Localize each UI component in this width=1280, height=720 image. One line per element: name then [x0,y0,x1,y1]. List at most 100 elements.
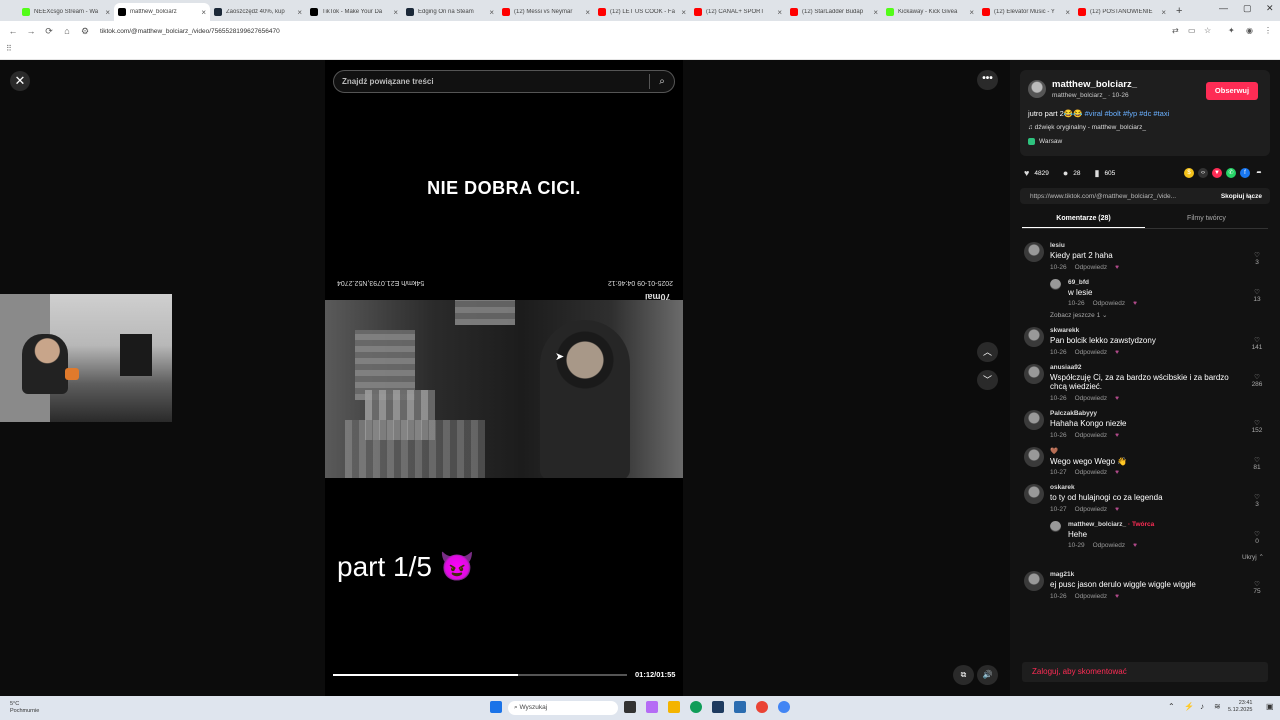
view-more-replies[interactable]: Zobacz jeszcze 1 ⌄ [1050,311,1264,319]
pip-button[interactable]: ⧉ [953,665,974,685]
location-tag[interactable]: Warsaw [1028,138,1062,145]
comment-avatar[interactable] [1024,409,1044,430]
maximize-icon[interactable]: ▢ [1243,3,1252,14]
forward-icon[interactable]: → [26,26,36,36]
apps-icon[interactable]: ⠿ [6,44,12,53]
copy-link-button[interactable]: Skopiuj łącze [1221,193,1262,200]
comment-user[interactable]: PalczakBabyyy [1050,410,1264,417]
mail-icon[interactable] [734,701,746,713]
chrome-icon[interactable] [778,701,790,713]
avatar[interactable] [1028,80,1046,98]
search-icon[interactable]: ⌕ [650,76,674,87]
comment-like[interactable]: ♡ 0 [1250,531,1264,545]
network-icon[interactable]: ⚡ [1184,702,1194,711]
save-button[interactable]: ▮ 605 [1094,168,1115,179]
tab-close-icon[interactable]: × [969,8,974,17]
like-button[interactable]: ♥ 4829 [1024,168,1049,178]
react-icon[interactable]: ♥ [1115,432,1119,439]
browser-tab[interactable]: (12) Elevator Music - Y × [978,3,1074,21]
site-info-icon[interactable]: ⚙ [80,26,90,37]
coin-icon[interactable]: $ [1184,168,1194,178]
react-icon[interactable]: ♥ [1115,264,1119,271]
comment-button[interactable]: ● 28 [1063,168,1081,178]
hashtags[interactable]: #viral #bolt #fyp #dc #taxi [1085,109,1170,118]
reply-link[interactable]: Odpowiedz [1075,469,1108,476]
taskbar-search[interactable]: ⌕ Wyszukaj [508,701,618,715]
comment-user[interactable]: skwarekk [1050,327,1264,334]
reply-link[interactable]: Odpowiedz [1075,349,1108,356]
tab-close-icon[interactable]: × [297,8,302,17]
comment-user[interactable]: 🤎 [1050,447,1264,455]
share-arrow-icon[interactable]: ➦ [1254,168,1264,178]
comment-user[interactable]: oskarek [1050,484,1264,491]
task-view-icon[interactable] [624,701,636,713]
comment-user[interactable]: mag21k [1050,571,1264,578]
comment-avatar[interactable] [1024,363,1044,384]
explorer-icon[interactable] [668,701,680,713]
extensions-icon[interactable]: ✦ [1228,26,1235,35]
browser-tab[interactable]: Kickaway - Kick Givea × [882,3,978,21]
browser-tab[interactable]: (12) POSTANOWIENIE × [1074,3,1170,21]
hide-replies[interactable]: Ukryj ⌃ [1024,553,1264,561]
tab-close-icon[interactable]: × [1065,8,1070,17]
comment-like[interactable]: ♡ 152 [1250,420,1264,434]
comment-avatar[interactable] [1050,520,1061,532]
cast-icon[interactable]: ▭ [1188,26,1196,35]
tray-arrow-icon[interactable]: ⌃ [1168,702,1175,711]
clock[interactable]: 23:41 5.12.2025 [1228,700,1252,714]
sound-link[interactable]: ♫ dźwięk oryginalny - matthew_bolciarz_ [1028,124,1146,131]
embed-icon[interactable]: ‹› [1198,168,1208,178]
mic-icon[interactable]: ♪ [1200,702,1204,711]
browser-tab[interactable]: (12) CANAL+ SPORT × [690,3,786,21]
react-icon[interactable]: ♥ [1115,349,1119,356]
start-icon[interactable] [490,701,502,713]
react-icon[interactable]: ♥ [1133,542,1137,549]
tab-close-icon[interactable]: × [777,8,782,17]
browser-tab[interactable]: NEEXcsgo Stream - Wa × [18,3,114,21]
tab-close-icon[interactable]: × [1161,8,1166,17]
tab-close-icon[interactable]: × [873,8,878,17]
next-video-button[interactable]: ﹀ [977,370,998,390]
comment-like[interactable]: ♡ 286 [1250,374,1264,388]
comment-avatar[interactable] [1024,242,1044,262]
store-icon[interactable] [712,701,724,713]
tab-close-icon[interactable]: × [585,8,590,17]
menu-icon[interactable]: ⋮ [1264,26,1272,35]
login-to-comment[interactable]: Zaloguj, aby skomentować [1022,662,1268,682]
comment-avatar[interactable] [1050,278,1061,290]
post-link[interactable]: https://www.tiktok.com/@matthew_bolciarz… [1030,193,1221,200]
follow-button[interactable]: Obserwuj [1206,82,1258,100]
browser-tab[interactable]: Zaoszczędź 40%, kup × [210,3,306,21]
url-field[interactable]: tiktok.com/@matthew_bolciarz_/video/7565… [100,28,280,35]
react-icon[interactable]: ♥ [1133,300,1137,307]
translate-icon[interactable]: ⇄ [1172,26,1179,35]
whatsapp-icon[interactable]: ✆ [1226,168,1236,178]
comment-like[interactable]: ♡ 75 [1250,581,1264,595]
comment-user[interactable]: matthew_bolciarz_ · Twórca [1068,521,1264,528]
comment-like[interactable]: ♡ 13 [1250,289,1264,303]
tab-close-icon[interactable]: × [201,8,206,17]
browser-tab[interactable]: matthew_bolciarz × [114,3,210,21]
wifi-icon[interactable]: ≋ [1214,702,1221,711]
close-button[interactable]: ✕ [10,71,30,91]
comment-like[interactable]: ♡ 141 [1250,337,1264,351]
react-icon[interactable]: ♥ [1115,506,1119,513]
username[interactable]: matthew_bolciarz_ [1052,79,1137,90]
reply-link[interactable]: Odpowiedz [1093,300,1126,307]
react-icon[interactable]: ♥ [1115,593,1119,600]
volume-button[interactable]: 🔊 [977,665,998,685]
reply-link[interactable]: Odpowiedz [1075,395,1108,402]
comment-user[interactable]: 69_bfd [1068,279,1264,286]
search-input[interactable]: Znajdź powiązane treści [342,77,649,86]
comment-like[interactable]: ♡ 3 [1250,252,1264,266]
reply-link[interactable]: Odpowiedz [1075,593,1108,600]
comment-like[interactable]: ♡ 81 [1250,457,1264,471]
browser-tab[interactable]: (12) LET US COOK - Fa × [594,3,690,21]
react-icon[interactable]: ♥ [1115,395,1119,402]
reply-link[interactable]: Odpowiedz [1075,506,1108,513]
reply-link[interactable]: Odpowiedz [1075,432,1108,439]
browser-tab[interactable]: (12) Messi vs Neymar × [498,3,594,21]
comment-avatar[interactable] [1024,327,1044,348]
comment-avatar[interactable] [1024,446,1044,467]
profile-icon[interactable]: ◉ [1246,26,1253,35]
